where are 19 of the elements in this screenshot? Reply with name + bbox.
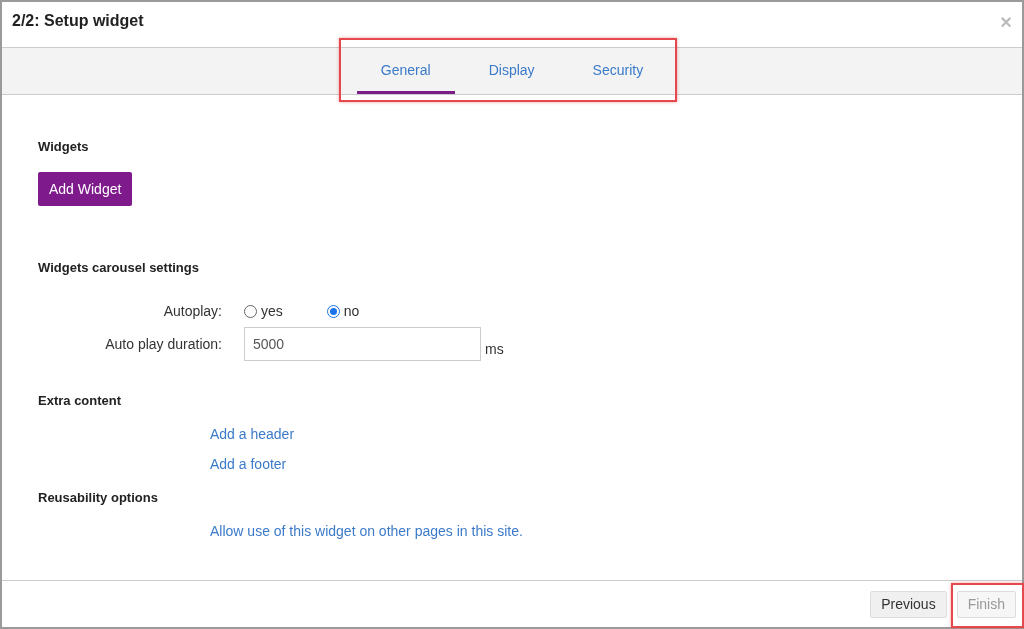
dialog-title: 2/2: Setup widget — [12, 12, 144, 30]
section-heading: Widgets carousel settings — [38, 260, 200, 275]
section-heading: Extra content — [38, 393, 123, 408]
link[interactable]: Add a header — [210, 426, 986, 442]
add-widget-button[interactable]: Add Widget — [38, 172, 133, 206]
footer-button[interactable]: Previous — [870, 590, 947, 618]
unit-label: ms — [485, 341, 504, 357]
field-label: Auto play duration: — [104, 336, 222, 352]
section-heading: Widgets — [38, 139, 90, 154]
tab[interactable]: Display — [464, 48, 559, 94]
section-heading: Reusability options — [38, 490, 159, 505]
radio-label: yes — [261, 303, 283, 319]
duration-input[interactable]: 5000 — [244, 327, 481, 361]
link[interactable]: Allow use of this widget on other pages in this site. — [210, 523, 986, 539]
field-label: Autoplay: — [162, 303, 222, 319]
link[interactable]: Add a footer — [210, 456, 986, 472]
tab[interactable]: Security — [568, 48, 668, 94]
tab[interactable]: General — [356, 48, 455, 94]
radio-label: no — [343, 303, 360, 319]
